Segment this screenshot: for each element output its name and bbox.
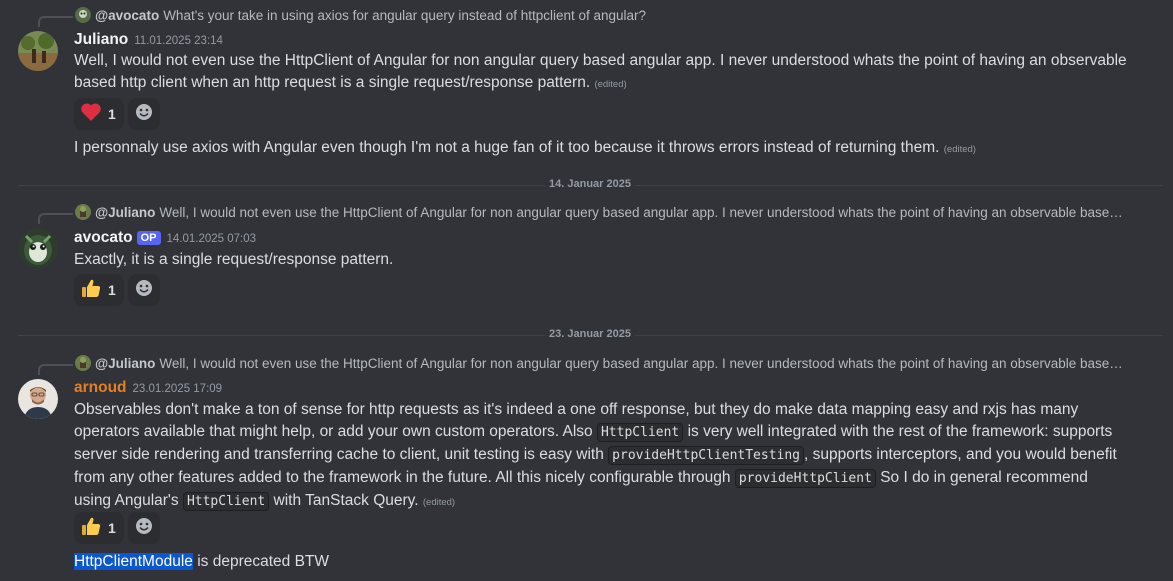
reply-text[interactable]: What's your take in using axios for angu… — [163, 8, 646, 23]
reply-text[interactable]: Well, I would not even use the HttpClien… — [159, 205, 1125, 220]
mini-avatar — [75, 204, 91, 220]
reply-connector — [38, 364, 73, 375]
message-header: Juliano 11.01.2025 23:14 — [74, 31, 223, 49]
inline-code: provideHttpClient — [734, 469, 876, 488]
message-text: with TanStack Query. — [269, 492, 419, 509]
reply-author[interactable]: @Juliano — [95, 356, 155, 371]
mini-avatar — [75, 355, 91, 371]
edited-label: (edited) — [422, 497, 456, 508]
author-name[interactable]: arnoud — [74, 379, 127, 397]
edited-label: (edited) — [943, 144, 976, 155]
thumbs-up-icon — [80, 277, 102, 304]
timestamp: 14.01.2025 07:03 — [166, 233, 257, 245]
author-name[interactable]: avocato — [74, 229, 133, 247]
avatar[interactable] — [18, 31, 58, 71]
reaction-heart[interactable]: 1 — [74, 98, 124, 130]
reply-connector — [38, 213, 73, 224]
reaction-thumbs-up[interactable]: 1 — [74, 274, 124, 306]
reply-text[interactable]: Well, I would not even use the HttpClien… — [159, 356, 1125, 371]
inline-code: provideHttpClientTesting — [608, 446, 805, 465]
reply-preview[interactable]: @avocato What's your take in using axios… — [75, 7, 1165, 23]
edited-label: (edited) — [594, 79, 627, 90]
message-followup: HttpClientModule is deprecated BTW — [74, 551, 1154, 573]
date-divider-label: 14. Januar 2025 — [545, 178, 635, 190]
thumbs-up-icon — [80, 515, 102, 542]
reply-preview[interactable]: @Juliano Well, I would not even use the … — [75, 355, 1125, 371]
reply-preview[interactable]: @Juliano Well, I would not even use the … — [75, 204, 1125, 220]
inline-code: HttpClient — [596, 423, 684, 442]
heart-icon — [80, 102, 102, 127]
inline-code: HttpClient — [182, 492, 270, 511]
smiley-icon — [135, 279, 153, 302]
message-text: I personnaly use axios with Angular even… — [74, 139, 940, 156]
message-header: avocato OP 14.01.2025 07:03 — [74, 229, 256, 247]
message-text: Exactly, it is a single request/response… — [74, 251, 394, 268]
reply-connector — [38, 16, 73, 27]
timestamp: 23.01.2025 17:09 — [132, 383, 223, 395]
smiley-icon — [135, 103, 153, 126]
message-content: Well, I would not even use the HttpClien… — [74, 50, 1154, 96]
smiley-icon — [135, 517, 153, 540]
message-content: Observables don't make a ton of sense fo… — [74, 399, 1124, 514]
message-text: is deprecated BTW — [192, 553, 330, 570]
avatar[interactable] — [18, 228, 58, 268]
mini-avatar — [75, 7, 91, 23]
author-name[interactable]: Juliano — [74, 31, 128, 49]
message-header: arnoud 23.01.2025 17:09 — [74, 379, 222, 397]
timestamp: 11.01.2025 23:14 — [134, 35, 223, 47]
message-content: Exactly, it is a single request/response… — [74, 249, 1154, 271]
add-reaction-button[interactable] — [128, 274, 160, 306]
op-badge: OP — [136, 231, 161, 245]
add-reaction-button[interactable] — [128, 512, 160, 544]
message-followup: I personnaly use axios with Angular even… — [74, 137, 1154, 161]
reply-author[interactable]: @avocato — [95, 8, 159, 23]
avatar[interactable] — [18, 379, 58, 419]
reaction-thumbs-up[interactable]: 1 — [74, 512, 124, 544]
reaction-count: 1 — [108, 520, 116, 536]
reaction-count: 1 — [108, 106, 116, 122]
reaction-count: 1 — [108, 282, 116, 298]
selected-text[interactable]: HttpClientModule — [74, 553, 193, 570]
add-reaction-button[interactable] — [128, 98, 160, 130]
reply-author[interactable]: @Juliano — [95, 205, 155, 220]
date-divider-label: 23. Januar 2025 — [545, 328, 635, 340]
